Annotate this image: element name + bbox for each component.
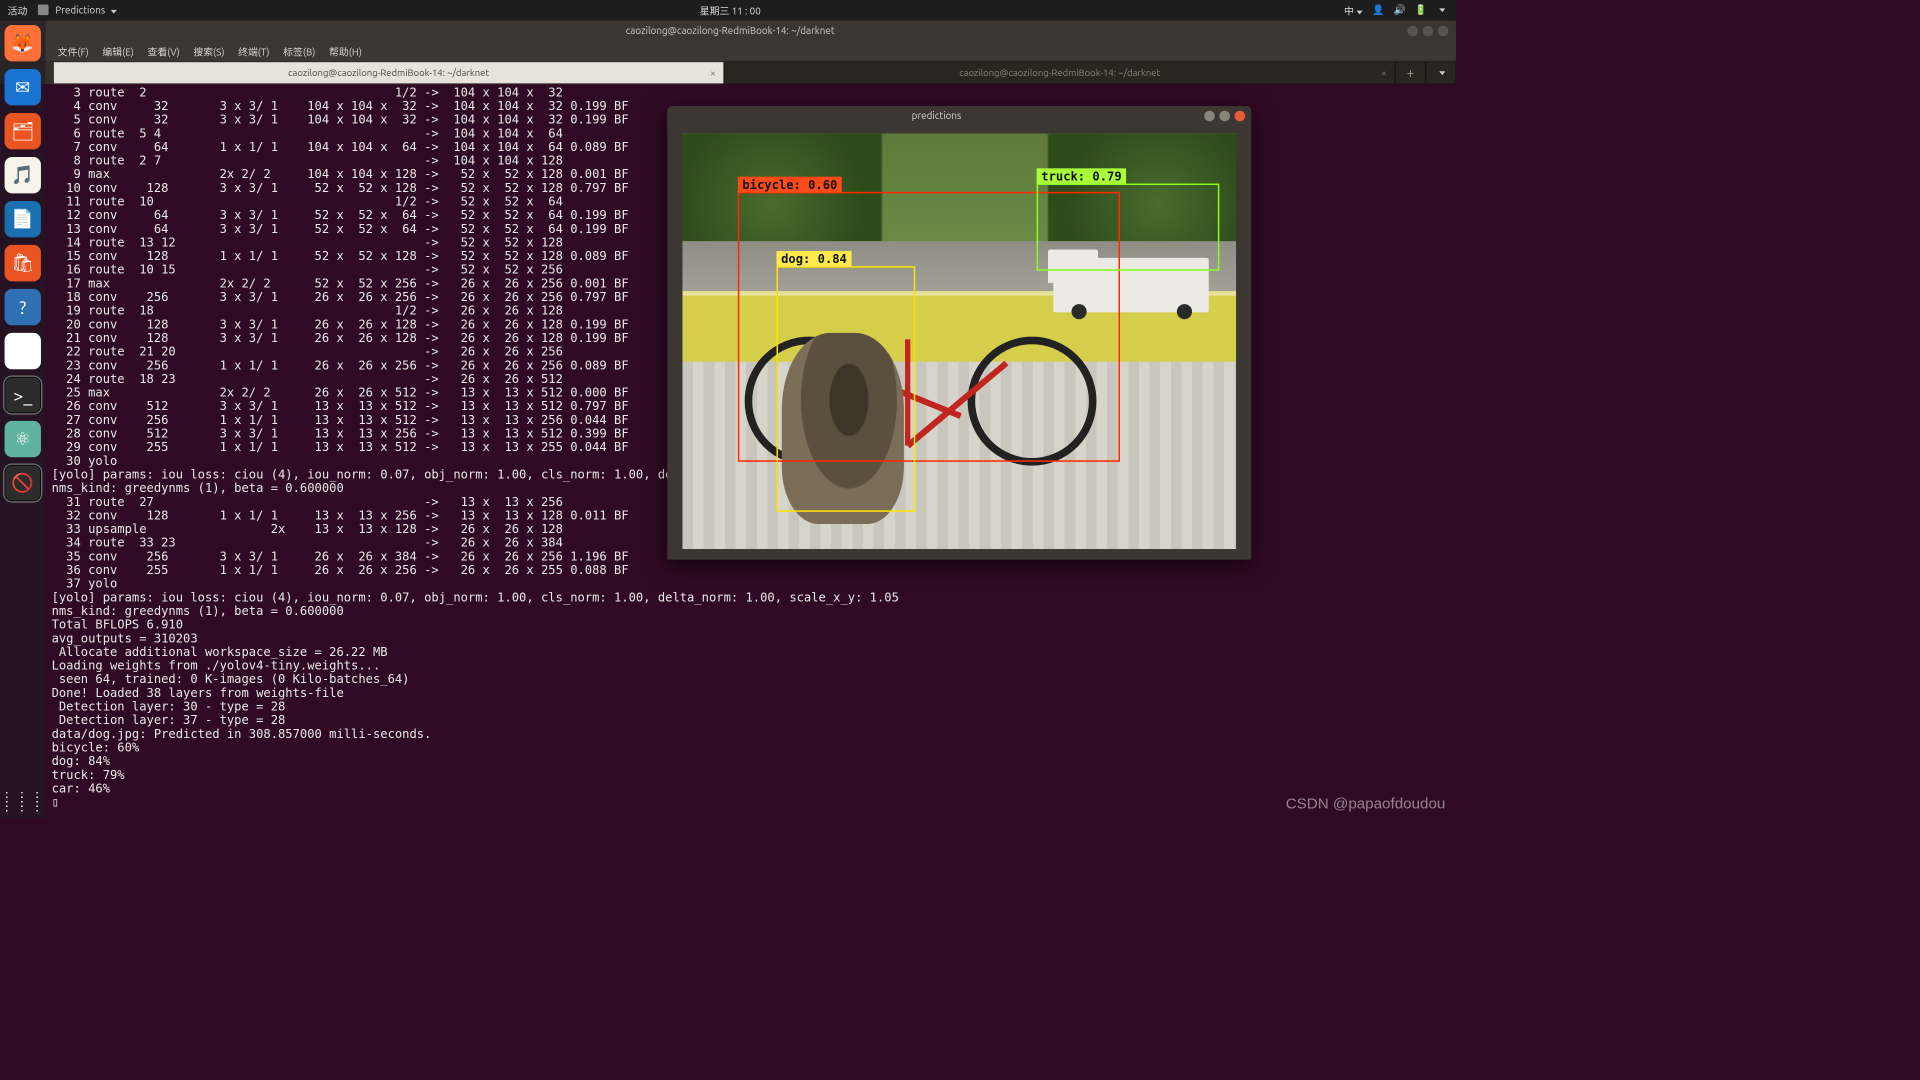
terminal-tab[interactable]: caozilong@caozilong-RedmiBook-14: ~/dark… [53,61,724,84]
clock[interactable]: 星期三 11 : 00 [116,3,1344,17]
atom-icon[interactable]: ⚛ [5,421,41,457]
detection-bbox: dog: 0.84 [777,266,915,511]
terminal-tab[interactable]: caozilong@caozilong-RedmiBook-14: ~/dark… [724,61,1395,84]
top-panel: 活动 Predictions 星期三 11 : 00 中 👤 🔊 🔋 [0,0,1456,20]
menu-item[interactable]: 终端(T) [238,44,269,58]
input-method-indicator[interactable]: 中 [1344,3,1363,17]
firefox-icon[interactable]: 🦊 [5,25,41,61]
window-close-icon[interactable] [1438,25,1449,36]
close-icon[interactable]: × [710,67,716,79]
a11y-icon[interactable]: 👤 [1372,5,1384,16]
software-icon[interactable]: 🛍 [5,245,41,281]
window-maximize-icon[interactable] [1423,25,1434,36]
predictions-app-icon [38,5,49,16]
detection-label: dog: 0.84 [777,251,852,267]
detection-label: truck: 0.79 [1037,168,1126,184]
battery-icon[interactable]: 🔋 [1415,5,1427,16]
menu-item[interactable]: 标签(B) [283,44,315,58]
menu-item[interactable]: 编辑(E) [102,44,133,58]
terminal-icon[interactable]: >_ [5,377,41,413]
scene-wheel [1177,304,1192,319]
pred-close-icon[interactable] [1235,111,1246,122]
image-viewer-icon[interactable]: 🚫 [5,465,41,501]
activities-button[interactable]: 活动 [8,3,28,17]
predictions-image: bicycle: 0.60 truck: 0.79 dog: 0.84 [682,133,1236,549]
new-tab-button[interactable]: + [1395,61,1425,84]
predictions-title-label: predictions [673,111,1199,122]
thunderbird-icon[interactable]: ✉ [5,69,41,105]
tab-label: caozilong@caozilong-RedmiBook-14: ~/dark… [959,67,1160,78]
tabs-menu-button[interactable] [1426,61,1456,84]
menu-item[interactable]: 查看(V) [148,44,180,58]
menu-item[interactable]: 文件(F) [58,44,89,58]
show-applications-icon[interactable]: ⋮⋮⋮⋮⋮⋮⋮⋮⋮ [0,795,45,809]
files-icon[interactable]: 🗂 [5,113,41,149]
app-menu-label: Predictions [55,5,105,16]
pred-maximize-icon[interactable] [1219,111,1230,122]
app-menu[interactable]: Predictions [38,5,117,16]
predictions-titlebar[interactable]: predictions [667,106,1251,126]
rhythmbox-icon[interactable]: 🎵 [5,157,41,193]
help-icon[interactable]: ? [5,289,41,325]
system-menu-chevron-icon[interactable] [1439,8,1445,12]
watermark-text: CSDN @papaofdoudou [1286,795,1446,812]
menu-bar: 文件(F) 编辑(E) 查看(V) 搜索(S) 终端(T) 标签(B) 帮助(H) [0,41,1456,61]
window-minimize-icon[interactable] [1407,25,1418,36]
window-titlebar: caozilong@caozilong-RedmiBook-14: ~/dark… [0,20,1456,40]
menu-item[interactable]: 帮助(H) [329,44,362,58]
menu-item[interactable]: 搜索(S) [193,44,224,58]
predictions-window[interactable]: predictions bicycle: 0.60 truck: 0.79 dog:… [667,106,1251,559]
dock: 🦊 ✉ 🗂 🎵 📄 🛍? ◉ >_ ⚛ 🚫 ⋮⋮⋮⋮⋮⋮⋮⋮⋮ [0,20,45,818]
volume-icon[interactable]: 🔊 [1393,5,1405,16]
chrome-icon[interactable]: ◉ [5,333,41,369]
pred-minimize-icon[interactable] [1204,111,1215,122]
terminal-tabs: caozilong@caozilong-RedmiBook-14: ~/dark… [0,61,1456,84]
window-title-label: caozilong@caozilong-RedmiBook-14: ~/dark… [53,25,1407,36]
tab-label: caozilong@caozilong-RedmiBook-14: ~/dark… [288,67,489,78]
close-icon[interactable]: × [1381,67,1387,79]
writer-icon[interactable]: 📄 [5,201,41,237]
detection-bbox: truck: 0.79 [1037,183,1220,270]
detection-label: bicycle: 0.60 [738,176,842,192]
